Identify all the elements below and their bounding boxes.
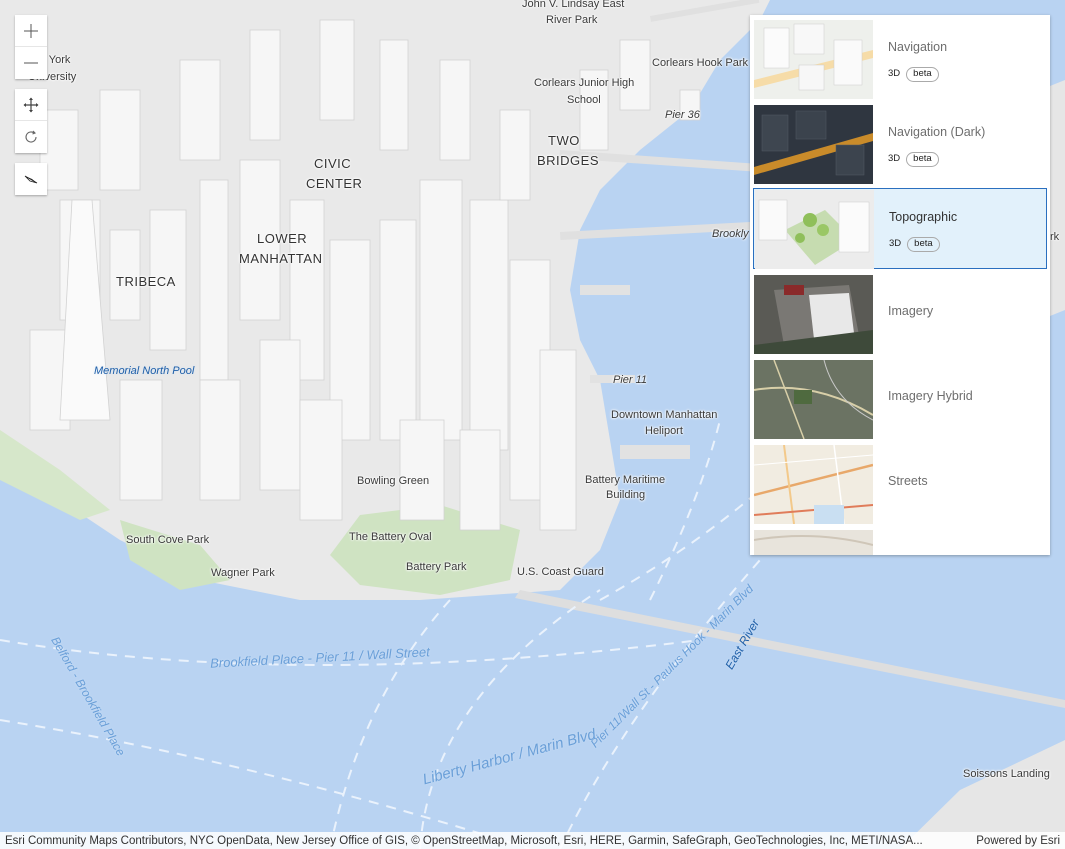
label-corlears-jhs: Corlears Junior High [534,77,635,89]
label-two: TWO [548,133,580,148]
rotate-icon [25,130,37,143]
basemap-thumbnail-topographic [755,190,874,269]
label-corlears-jhs-2: School [567,94,601,106]
plus-icon [24,23,38,38]
label-wagner-park: Wagner Park [211,567,275,579]
zoom-in-button[interactable] [15,15,47,47]
basemap-thumbnail-navigation [754,20,873,99]
label-bowling-green: Bowling Green [357,475,430,487]
navigation-mode-group [15,89,47,153]
compass-icon [24,175,38,184]
basemap-item-topographic[interactable]: Topographic 3D beta [753,188,1047,269]
rotate-button[interactable] [15,121,47,153]
label-memorial-pool: Memorial North Pool [94,365,195,377]
move-icon [23,97,39,112]
label-soissons-landing: Soissons Landing [963,768,1050,780]
tag-3d: 3D [888,153,901,164]
basemap-thumbnail-navigation-dark [754,105,873,184]
label-john-lindsay: John V. Lindsay East [522,0,625,10]
label-lower: LOWER [257,231,308,246]
label-manhattan: MANHATTAN [239,251,323,266]
tag-beta: beta [907,237,940,252]
pan-button[interactable] [15,89,47,121]
label-battery-maritime: Battery Maritime [585,474,666,486]
zoom-group [15,15,47,79]
basemap-thumbnail-imagery-hybrid [754,360,873,439]
tag-3d: 3D [888,68,901,79]
navigation-toolbar [15,15,47,195]
basemap-item-navigation-dark[interactable]: Navigation (Dark) 3D beta [753,104,1047,185]
label-south-cove-park: South Cove Park [126,534,210,546]
label-battery-oval: The Battery Oval [349,531,432,543]
compass-group [15,163,47,195]
zoom-out-button[interactable] [15,47,47,79]
label-battery-park: Battery Park [406,561,467,573]
label-brooklyn: Brookly [712,228,749,240]
basemap-title: Imagery [888,304,934,318]
label-rk: rk [1050,231,1060,243]
basemap-title: Streets [888,474,928,488]
attribution-bar: Esri Community Maps Contributors, NYC Op… [0,832,1065,849]
tag-3d: 3D [889,238,902,249]
attribution-text[interactable]: Esri Community Maps Contributors, NYC Op… [5,835,966,847]
tag-beta: beta [906,152,939,167]
label-battery-maritime-2: Building [606,489,646,501]
label-pier-36: Pier 36 [665,109,700,121]
label-center: CENTER [306,176,363,191]
label-us-coast-guard: U.S. Coast Guard [517,566,604,578]
basemap-thumbnail-streets [754,445,873,524]
label-civic: CIVIC [314,156,352,171]
basemap-title: Navigation [888,40,948,54]
label-tribeca: TRIBECA [116,274,176,289]
basemap-thumbnail-imagery [754,275,873,354]
label-heliport-2: Heliport [645,425,683,437]
powered-by-link[interactable]: Powered by Esri [966,835,1060,847]
label-heliport: Downtown Manhattan [611,409,718,421]
label-bridges: BRIDGES [537,153,600,168]
basemap-item-navigation[interactable]: Navigation 3D beta [753,19,1047,100]
label-pier-11: Pier 11 [613,374,648,386]
basemap-item-partial[interactable] [753,529,1047,555]
basemap-thumbnail-partial [754,530,873,555]
basemap-title: Navigation (Dark) [888,125,986,139]
label-corlears-hook-park: Corlears Hook Park [652,57,748,69]
tag-beta: beta [906,67,939,82]
basemap-item-streets[interactable]: Streets [753,444,1047,525]
basemap-item-imagery[interactable]: Imagery [753,274,1047,355]
basemap-item-imagery-hybrid[interactable]: Imagery Hybrid [753,359,1047,440]
compass-button[interactable] [15,163,47,195]
basemap-title: Imagery Hybrid [888,389,973,403]
label-river-park: River Park [546,14,598,26]
basemap-title: Topographic [889,210,958,224]
minus-icon [24,62,38,64]
basemap-gallery: Navigation 3D beta Navigation (Dark) 3D … [750,15,1050,555]
